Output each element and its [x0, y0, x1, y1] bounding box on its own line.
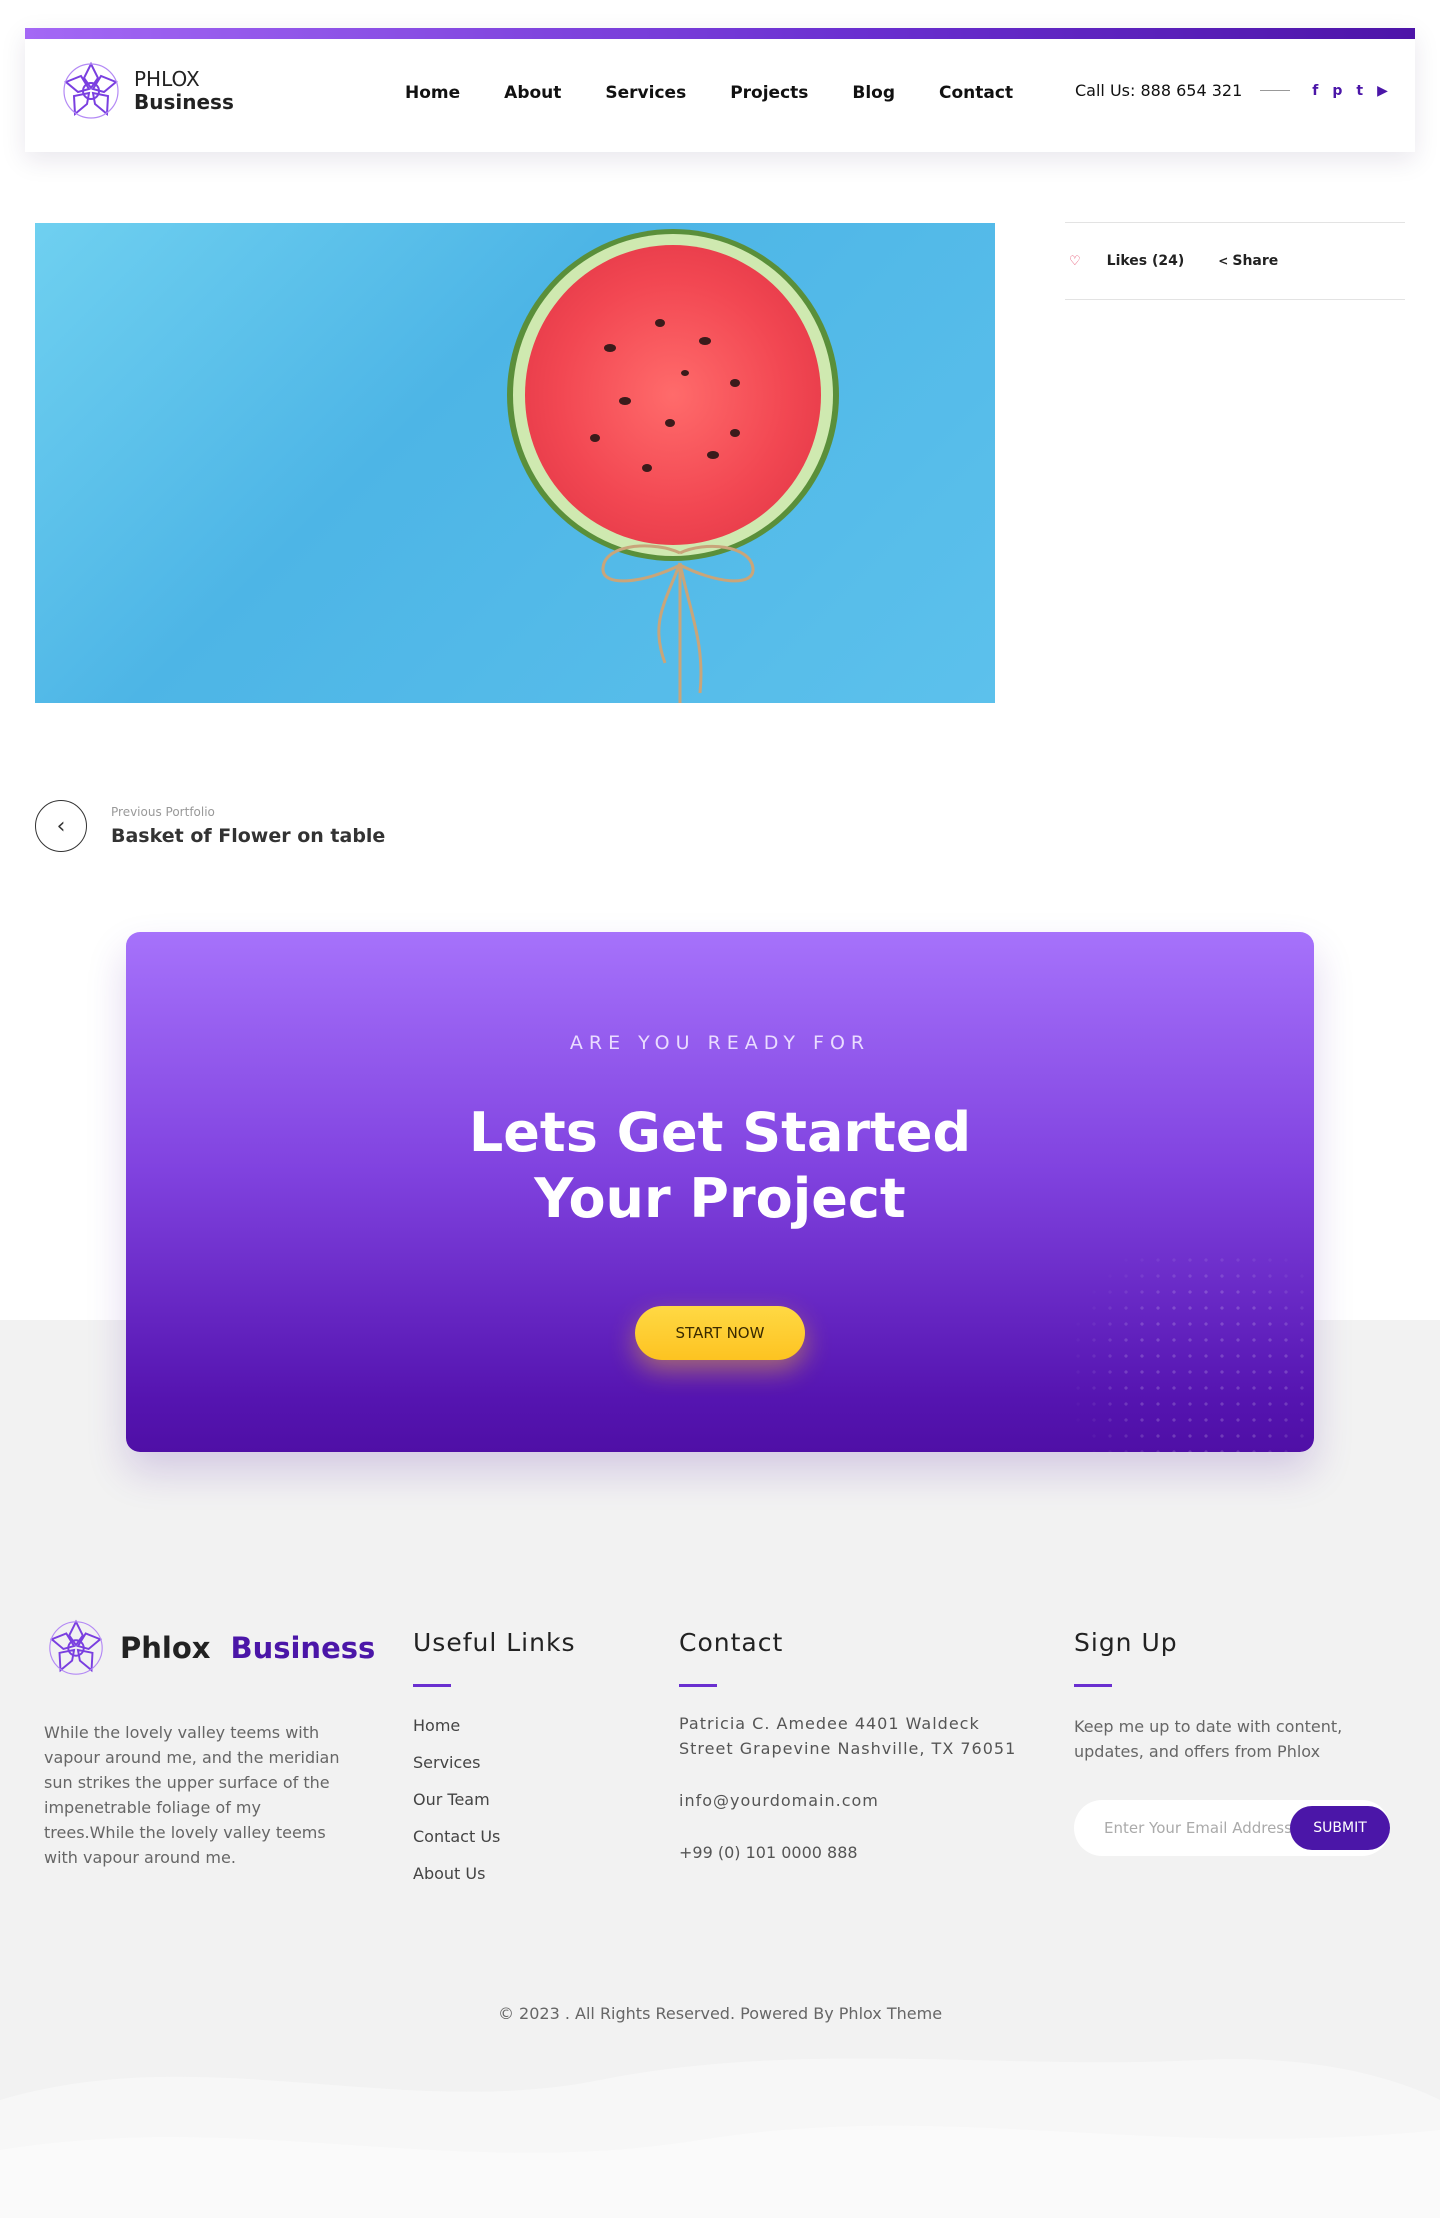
footer-link-contact-us[interactable]: Contact Us	[413, 1827, 500, 1864]
submit-button[interactable]: SUBMIT	[1290, 1806, 1390, 1850]
title-underline	[413, 1684, 451, 1687]
previous-label: Previous Portfolio	[111, 805, 215, 819]
cta-title-line2: Your Project	[534, 1167, 906, 1230]
footer-about-text: While the lovely valley teems with vapou…	[44, 1723, 340, 1867]
contact-address: Patricia C. Amedee 4401 Waldeck Street G…	[679, 1714, 1017, 1758]
lotus-logo-icon	[49, 1619, 103, 1675]
footer-link-services[interactable]: Services	[413, 1753, 500, 1790]
footer-waves	[0, 2058, 1440, 2218]
chevron-left-icon[interactable]: ‹	[35, 800, 87, 852]
divider-line	[1260, 90, 1291, 91]
contact-title: Contact	[679, 1628, 784, 1657]
share-button[interactable]: Share	[1232, 253, 1278, 269]
signup-title: Sign Up	[1074, 1628, 1178, 1657]
footer-logo-part1: Phlox	[120, 1631, 211, 1665]
cta-banner: ARE YOU READY FOR Lets Get Started Your …	[126, 932, 1314, 1452]
title-underline	[1074, 1684, 1112, 1687]
footer-link-our-team[interactable]: Our Team	[413, 1790, 500, 1827]
footer-link-about-us[interactable]: About Us	[413, 1864, 500, 1901]
cta-title: Lets Get Started Your Project	[126, 1100, 1314, 1232]
call-label: Call Us: 888 654 321	[1075, 81, 1243, 100]
cta-eyebrow: ARE YOU READY FOR	[569, 1032, 871, 1054]
nav-blog[interactable]: Blog	[852, 83, 895, 103]
facebook-icon[interactable]: f	[1312, 83, 1318, 99]
likes-count[interactable]: Likes (24)	[1107, 253, 1185, 269]
logo-line1: PHLOX	[134, 67, 200, 91]
dots-decoration	[1054, 1252, 1314, 1452]
nav-projects[interactable]: Projects	[730, 83, 808, 103]
twitter-icon[interactable]: t	[1356, 83, 1363, 99]
start-now-button[interactable]: START NOW	[635, 1306, 805, 1360]
title-underline	[679, 1684, 717, 1687]
main-nav: Home About Services Projects Blog Contac…	[405, 83, 1057, 103]
useful-links-title: Useful Links	[413, 1628, 576, 1657]
footer-logo-part2: Business	[230, 1631, 376, 1665]
youtube-icon[interactable]: ▶	[1377, 83, 1388, 99]
watermelon-illustration	[507, 229, 839, 703]
logo-line2: Business	[134, 90, 234, 114]
copyright-text: © 2023 . All Rights Reserved. Powered By…	[497, 2004, 943, 2023]
nav-services[interactable]: Services	[605, 83, 686, 103]
portfolio-image	[35, 223, 995, 703]
previous-portfolio-link[interactable]: ‹ Previous Portfolio Basket of Flower on…	[35, 800, 385, 852]
portfolio-meta: ♡ Likes (24) < Share	[1065, 222, 1405, 300]
cta-title-line1: Lets Get Started	[468, 1101, 972, 1164]
footer-link-home[interactable]: Home	[413, 1716, 500, 1753]
contact-email[interactable]: info@yourdomain.com	[679, 1788, 879, 1813]
lotus-logo-icon	[63, 61, 119, 119]
call-info: Call Us: 888 654 321 f p t ▶	[1075, 81, 1388, 100]
useful-links-list: Home Services Our Team Contact Us About …	[413, 1716, 500, 1901]
page: PHLOX Business Home About Services Proje…	[0, 0, 1440, 2218]
nav-contact[interactable]: Contact	[939, 83, 1013, 103]
heart-icon[interactable]: ♡	[1069, 254, 1081, 269]
footer-logo[interactable]: Phlox Business	[44, 1616, 375, 1680]
nav-about[interactable]: About	[504, 83, 561, 103]
header-logo[interactable]: PHLOX Business	[58, 58, 234, 124]
nav-home[interactable]: Home	[405, 83, 460, 103]
signup-text: Keep me up to date with content, updates…	[1074, 1717, 1343, 1761]
contact-phone[interactable]: +99 (0) 101 0000 888	[679, 1840, 858, 1865]
pinterest-icon[interactable]: p	[1332, 83, 1342, 99]
previous-title[interactable]: Basket of Flower on table	[111, 825, 385, 847]
social-links: f p t ▶	[1312, 83, 1388, 99]
site-header: PHLOX Business Home About Services Proje…	[25, 28, 1415, 152]
share-icon[interactable]: <	[1218, 254, 1228, 268]
header-top-bar	[25, 28, 1415, 39]
